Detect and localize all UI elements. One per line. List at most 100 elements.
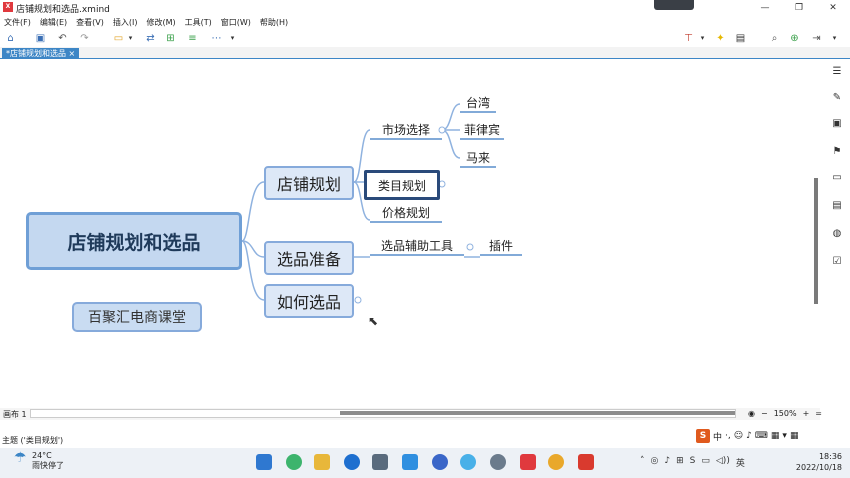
zoom-fit-icon[interactable]: = xyxy=(815,409,822,418)
image-icon[interactable]: ▣ xyxy=(831,118,843,130)
sogou-icon[interactable]: S xyxy=(690,456,696,469)
weather-temp: 24°C xyxy=(32,451,52,460)
menu-file[interactable]: 文件(F) xyxy=(4,16,31,30)
clock-date: 2022/10/18 xyxy=(795,463,842,472)
menu-view[interactable]: 查看(V) xyxy=(76,16,104,30)
zoom-out-icon[interactable]: − xyxy=(761,409,768,418)
topic-how-to-select[interactable]: 如何选品 xyxy=(264,284,354,318)
tab-document[interactable]: *店铺规划和选品 × xyxy=(2,48,80,59)
export-icon[interactable]: ⇥ xyxy=(810,32,823,45)
subtopic-malaysia[interactable]: 马来 xyxy=(460,148,496,168)
undo-icon[interactable]: ↶ xyxy=(56,32,69,45)
flag-icon[interactable]: ⚑ xyxy=(831,146,843,158)
toolbox-icon[interactable]: ▦ xyxy=(790,431,799,441)
volume-icon[interactable]: ◁)) xyxy=(716,456,730,469)
subtopic-market[interactable]: 市场选择 xyxy=(370,120,442,140)
topic-selection-prep[interactable]: 选品准备 xyxy=(264,241,354,275)
chevron-down-icon[interactable]: ▾ xyxy=(828,32,841,45)
chevron-down-icon[interactable]: ▾ xyxy=(226,32,239,45)
folder-icon[interactable] xyxy=(314,454,330,470)
ime-icon[interactable]: 英 xyxy=(736,456,745,469)
app-icon[interactable] xyxy=(402,454,418,470)
weather-icon: ☂ xyxy=(14,450,27,466)
notes-icon[interactable]: ▭ xyxy=(831,172,843,184)
subtopic-category-selected[interactable]: 类目规划 xyxy=(364,170,440,200)
menu-window[interactable]: 窗口(W) xyxy=(221,16,251,30)
maximize-button[interactable]: ❐ xyxy=(782,0,816,16)
subtopic-plugin[interactable]: 插件 xyxy=(480,236,522,256)
app-icon[interactable] xyxy=(432,454,448,470)
save-icon[interactable]: ▣ xyxy=(34,32,47,45)
menu-help[interactable]: 帮助(H) xyxy=(260,16,288,30)
weather-widget[interactable]: ☂ 24°C 雨快停了 xyxy=(14,451,64,471)
relationship-icon[interactable]: ⊞ xyxy=(164,32,177,45)
sheet-tab[interactable]: 画布 1 xyxy=(3,409,27,420)
chrome-icon[interactable] xyxy=(548,454,564,470)
redo-icon[interactable]: ↷ xyxy=(78,32,91,45)
app-icon[interactable] xyxy=(344,454,360,470)
menu-edit[interactable]: 编辑(E) xyxy=(40,16,67,30)
menu-insert[interactable]: 插入(I) xyxy=(113,16,138,30)
document-icon[interactable]: ▤ xyxy=(831,200,843,212)
sogou-icon[interactable]: S xyxy=(696,429,710,443)
summary-icon[interactable]: ≡ xyxy=(186,32,199,45)
start-icon[interactable] xyxy=(256,454,272,470)
share-icon[interactable]: ⊕ xyxy=(788,32,801,45)
right-side-panel: ☰ ✎ ▣ ⚑ ▭ ▤ ◍ ☑ xyxy=(826,60,850,280)
search-icon[interactable]: ⌕ xyxy=(768,32,781,45)
subtopic-taiwan[interactable]: 台湾 xyxy=(460,93,496,113)
clock[interactable]: 18:36 2022/10/18 xyxy=(796,451,842,473)
central-topic[interactable]: 店铺规划和选品 xyxy=(26,212,242,270)
tray-app-icon[interactable]: ⊞ xyxy=(676,456,684,469)
mindmap-canvas[interactable]: 店铺规划和选品 百聚汇电商课堂 店铺规划 选品准备 如何选品 市场选择 类目规划… xyxy=(2,60,818,408)
horizontal-scrollbar[interactable] xyxy=(340,411,735,415)
tray-app-icon[interactable]: ◎ xyxy=(651,456,659,469)
emoji-icon[interactable]: ☺ xyxy=(734,431,743,441)
calculator-icon[interactable] xyxy=(372,454,388,470)
home-icon[interactable]: ⌂ xyxy=(4,32,17,45)
task-icon[interactable]: ☑ xyxy=(831,256,843,268)
vertical-scrollbar[interactable] xyxy=(814,178,818,304)
zoom-in-icon[interactable]: + xyxy=(803,409,810,418)
menu-modify[interactable]: 修改(M) xyxy=(146,16,175,30)
subtopic-icon[interactable]: ⇄ xyxy=(144,32,157,45)
network-icon[interactable]: ▭ xyxy=(701,456,710,469)
mouse-cursor-icon: ⬉ xyxy=(368,314,379,328)
outline-icon[interactable]: ▤ xyxy=(734,32,747,45)
minimize-button[interactable]: — xyxy=(748,0,782,16)
mic-icon[interactable]: ♪ xyxy=(664,456,670,469)
app-icon[interactable] xyxy=(460,454,476,470)
punctuation-icon[interactable]: ·, xyxy=(725,431,731,441)
close-button[interactable]: ✕ xyxy=(816,0,850,16)
status-text: 主题 ('类目规划') xyxy=(2,436,64,445)
settings-icon[interactable] xyxy=(490,454,506,470)
more-icon[interactable]: ⋯ xyxy=(210,32,223,45)
present-icon[interactable]: ⊤ xyxy=(682,32,695,45)
chevron-down-icon[interactable]: ▾ xyxy=(124,32,137,45)
skin-icon[interactable]: ▦ xyxy=(771,431,780,441)
subtopic-philippines[interactable]: 菲律宾 xyxy=(460,120,504,140)
weather-desc: 雨快停了 xyxy=(32,461,64,470)
idea-icon[interactable]: ✦ xyxy=(714,32,727,45)
ime-mode[interactable]: 中 xyxy=(713,430,722,443)
window-title: 店铺规划和选品.xmind xyxy=(16,5,110,15)
subtopic-pricing[interactable]: 价格规划 xyxy=(370,203,442,223)
eye-icon[interactable]: ◉ xyxy=(748,409,755,418)
shirt-icon[interactable]: ▾ xyxy=(782,431,787,441)
browser-icon[interactable] xyxy=(286,454,302,470)
floating-topic[interactable]: 百聚汇电商课堂 xyxy=(72,302,202,332)
topic-store-planning[interactable]: 店铺规划 xyxy=(264,166,354,200)
mic-icon[interactable]: ♪ xyxy=(746,431,752,441)
outline-panel-icon[interactable]: ☰ xyxy=(831,66,843,78)
chevron-up-icon[interactable]: ˄ xyxy=(640,456,645,469)
format-brush-icon[interactable]: ✎ xyxy=(831,92,843,104)
keyboard-icon[interactable]: ⌨ xyxy=(755,431,768,441)
wps-icon[interactable] xyxy=(578,454,594,470)
subtopic-selection-tool[interactable]: 选品辅助工具 xyxy=(370,236,464,256)
zoom-level: 150% xyxy=(773,409,797,418)
chevron-down-icon[interactable]: ▾ xyxy=(696,32,709,45)
comment-icon[interactable]: ◍ xyxy=(831,228,843,240)
xmind-icon[interactable] xyxy=(520,454,536,470)
system-tray: ˄ ◎ ♪ ⊞ S ▭ ◁)) 英 xyxy=(640,456,745,469)
menu-tools[interactable]: 工具(T) xyxy=(185,16,212,30)
